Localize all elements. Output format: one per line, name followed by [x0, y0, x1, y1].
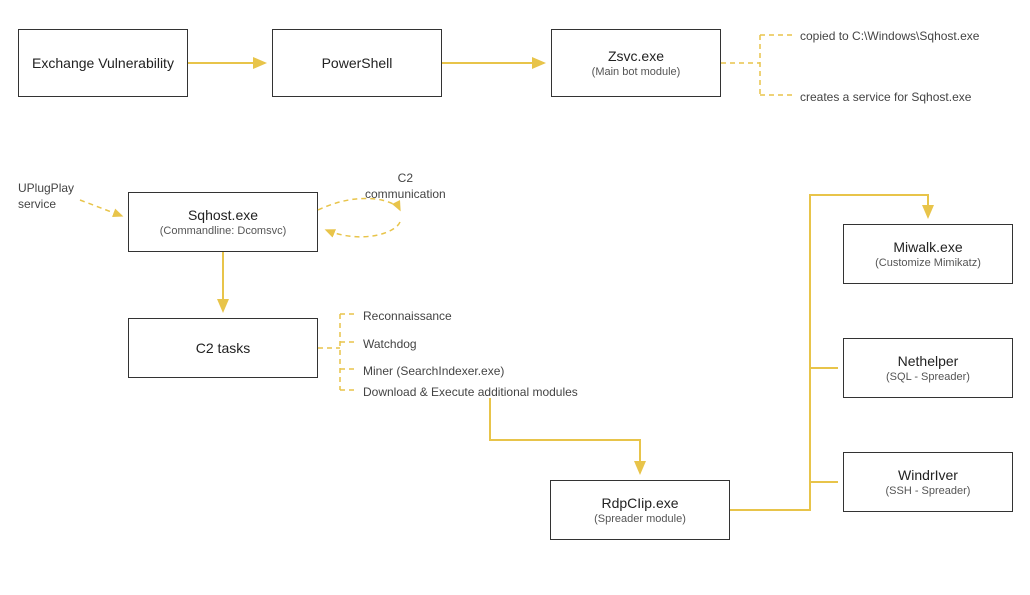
box-title: Exchange Vulnerability — [32, 55, 174, 71]
box-zsvc: Zsvc.exe (Main bot module) — [551, 29, 721, 97]
box-subtitle: (Customize Mimikatz) — [875, 257, 981, 269]
annotation-creates-service: creates a service for Sqhost.exe — [800, 89, 971, 105]
box-subtitle: (SQL - Spreader) — [886, 371, 970, 383]
box-miwalk: Miwalk.exe (Customize Mimikatz) — [843, 224, 1013, 284]
box-title: PowerShell — [322, 55, 393, 71]
annotation-download: Download & Execute additional modules — [363, 384, 578, 400]
box-subtitle: (Spreader module) — [594, 513, 686, 525]
box-powershell: PowerShell — [272, 29, 442, 97]
annotation-watchdog: Watchdog — [363, 336, 417, 352]
box-title: RdpCIip.exe — [601, 495, 678, 511]
annotation-miner: Miner (SearchIndexer.exe) — [363, 363, 504, 379]
annotation-copied: copied to C:\Windows\Sqhost.exe — [800, 28, 979, 44]
box-title: C2 tasks — [196, 340, 250, 356]
box-windriver: WindrIver (SSH - Spreader) — [843, 452, 1013, 512]
box-nethelper: Nethelper (SQL - Spreader) — [843, 338, 1013, 398]
box-exchange-vulnerability: Exchange Vulnerability — [18, 29, 188, 97]
box-subtitle: (Commandline: Dcomsvc) — [160, 225, 287, 237]
box-subtitle: (Main bot module) — [592, 66, 681, 78]
box-title: Miwalk.exe — [893, 239, 962, 255]
box-rdpclip: RdpCIip.exe (Spreader module) — [550, 480, 730, 540]
box-sqhost: Sqhost.exe (Commandline: Dcomsvc) — [128, 192, 318, 252]
annotation-uplugplay: UPlugPlay service — [18, 180, 74, 212]
annotation-recon: Reconnaissance — [363, 308, 452, 324]
box-title: Sqhost.exe — [188, 207, 258, 223]
box-title: Zsvc.exe — [608, 48, 664, 64]
annotation-c2comm: C2 communication — [365, 170, 446, 202]
box-title: WindrIver — [898, 467, 958, 483]
box-title: Nethelper — [898, 353, 959, 369]
box-c2tasks: C2 tasks — [128, 318, 318, 378]
box-subtitle: (SSH - Spreader) — [886, 485, 971, 497]
